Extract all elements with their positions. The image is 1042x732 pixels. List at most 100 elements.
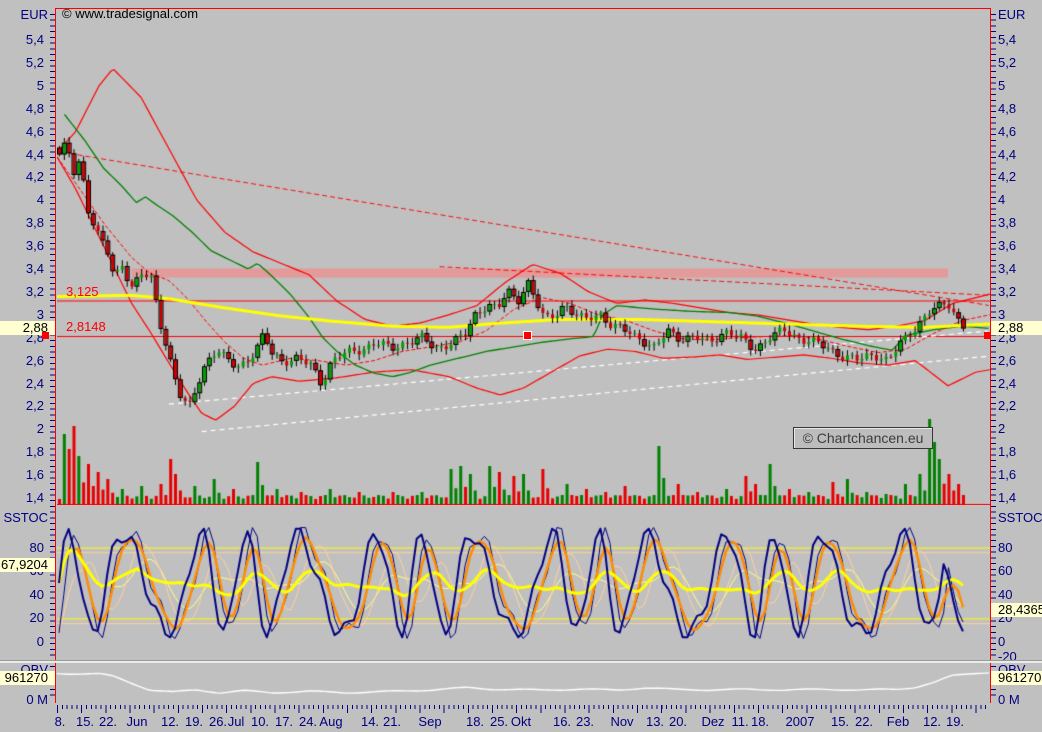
sstoc-tick-left-80: 80 — [29, 539, 44, 555]
price-tick-right-1,8: 1,8 — [998, 444, 1017, 460]
price-tick-left-3,8: 3,8 — [25, 215, 44, 231]
chart-window: EUR EUR © www.tradesignal.com 3,125 2,81… — [0, 0, 1042, 732]
price-tick-left-2,2: 2,2 — [25, 398, 44, 414]
price-tick-left-2,4: 2,4 — [25, 375, 44, 391]
obv-value-label-left: 961270 — [0, 671, 55, 685]
price-tick-right-2: 2 — [998, 421, 1006, 437]
x-axis-label-25: 25. — [489, 714, 509, 729]
price-unit-right: EUR — [998, 7, 1026, 22]
price-tick-right-1,4: 1,4 — [998, 490, 1017, 505]
price-tick-left-3,4: 3,4 — [25, 261, 44, 276]
right-axis-ticks — [991, 14, 996, 700]
obv-value-label-right: 961270 — [991, 671, 1042, 685]
price-tick-right-5: 5 — [998, 77, 1006, 93]
price-tick-right-5,2: 5,2 — [998, 54, 1017, 70]
x-axis-label-22: 22. — [854, 714, 874, 729]
price-tick-right-4: 4 — [998, 192, 1006, 208]
x-axis-label-24: 24. — [298, 714, 318, 729]
x-axis-label-17: 17. — [274, 714, 294, 729]
last-price-label-right: 2,88 — [991, 321, 1042, 335]
price-tick-left-4,6: 4,6 — [25, 123, 44, 139]
price-tick-left-5,2: 5,2 — [25, 54, 44, 70]
price-tick-left-1,8: 1,8 — [25, 444, 44, 460]
x-axis-label-18: 18. — [750, 714, 770, 729]
price-tick-left-5,4: 5,4 — [25, 32, 44, 47]
sstoc-tick-right-60: 60 — [998, 563, 1013, 579]
price-tick-left-4,4: 4,4 — [25, 146, 44, 162]
sstoc-tick-right-0: 0 — [998, 634, 1006, 649]
x-axis-label-Jul: Jul — [227, 714, 245, 729]
x-axis-label-14: 14. — [360, 714, 380, 729]
chartchancen-watermark: © Chartchancen.eu — [793, 427, 933, 449]
price-tick-left-3,2: 3,2 — [25, 283, 44, 299]
price-tick-left-4,2: 4,2 — [25, 169, 44, 185]
price-tick-left-1,6: 1,6 — [25, 467, 44, 483]
price-tick-right-5,4: 5,4 — [998, 32, 1017, 47]
left-axis-line — [55, 8, 56, 703]
x-axis-label-23: 23. — [575, 714, 595, 729]
sstoc-value-label-right: 28,4365 — [991, 603, 1042, 617]
x-axis-label-26: 26. — [208, 714, 228, 729]
x-axis-label-Okt: Okt — [510, 714, 532, 729]
x-axis-label-21: 21. — [382, 714, 402, 729]
x-axis-label-12: 12. — [922, 714, 942, 729]
support-line-label: 2,8148 — [66, 319, 106, 334]
resistance-line-label: 3,125 — [66, 284, 99, 299]
x-axis-label-12: 12. — [160, 714, 180, 729]
sstoc-tick-left-0: 0 — [36, 634, 44, 649]
obv-zero-label-left: 0 M — [26, 692, 48, 707]
x-axis-label-22: 22. — [98, 714, 118, 729]
stochastic-panel-canvas[interactable] — [57, 512, 990, 660]
price-tick-right-4,6: 4,6 — [998, 123, 1017, 139]
x-axis-label-13: 13. — [645, 714, 665, 729]
price-tick-right-4,4: 4,4 — [998, 146, 1017, 162]
price-tick-right-3,2: 3,2 — [998, 283, 1017, 299]
x-axis-label-8: 8. — [54, 714, 66, 729]
price-tick-right-2,6: 2,6 — [998, 352, 1017, 368]
sstoc-tick-right-40: 40 — [998, 586, 1013, 602]
obv-panel-canvas[interactable] — [57, 664, 990, 702]
x-axis-label-Feb: Feb — [886, 714, 910, 729]
x-axis-label-2007: 2007 — [785, 714, 815, 729]
x-axis-label-Nov: Nov — [610, 714, 634, 729]
trendline-handle-mid[interactable] — [523, 331, 532, 340]
price-tick-left-2,6: 2,6 — [25, 352, 44, 368]
x-axis-label-10: 10. — [250, 714, 270, 729]
price-tick-right-1,6: 1,6 — [998, 467, 1017, 483]
price-tick-left-5: 5 — [36, 77, 44, 93]
price-tick-left-4: 4 — [36, 192, 44, 208]
panel-divider — [0, 660, 1042, 663]
x-axis-label-18: 18. — [465, 714, 485, 729]
x-axis-label-Aug: Aug — [319, 714, 343, 729]
sstoc-label-right: SSTOC — [998, 510, 1042, 525]
sstoc-label-left: SSTOC — [3, 510, 48, 525]
price-tick-right-3,6: 3,6 — [998, 238, 1017, 254]
price-tick-right-3,4: 3,4 — [998, 261, 1017, 276]
x-axis-major-ticks — [57, 705, 990, 713]
price-tick-left-3,6: 3,6 — [25, 238, 44, 254]
x-axis-label-15: 15. — [75, 714, 95, 729]
price-tick-left-4,8: 4,8 — [25, 100, 44, 116]
x-axis-label-16: 16. — [552, 714, 572, 729]
sstoc-tick-right-80: 80 — [998, 539, 1013, 555]
x-axis-label-20: 20. — [668, 714, 688, 729]
price-tick-right-4,8: 4,8 — [998, 100, 1017, 116]
price-tick-right-2,4: 2,4 — [998, 375, 1017, 391]
x-axis-label-19: 19. — [184, 714, 204, 729]
trendline-handle-left[interactable] — [42, 332, 49, 339]
price-tick-left-1,4: 1,4 — [25, 490, 44, 505]
x-axis-label-Jun: Jun — [126, 714, 148, 729]
x-axis-label-19: 19. — [945, 714, 965, 729]
sstoc-tick-left-20: 20 — [29, 610, 44, 626]
sstoc-value-label-left: 67,9204 — [0, 558, 55, 572]
price-tick-right-3,8: 3,8 — [998, 215, 1017, 231]
x-axis-label-11: 11. — [731, 714, 749, 729]
left-axis-ticks — [50, 14, 55, 700]
x-axis-label-15: 15. — [830, 714, 850, 729]
obv-zero-label-right: 0 M — [998, 692, 1020, 707]
x-axis-label-Sep: Sep — [418, 714, 442, 729]
sstoc-tick-left-40: 40 — [29, 586, 44, 602]
price-tick-left-2: 2 — [36, 421, 44, 437]
trendline-handle-right[interactable] — [984, 332, 991, 339]
price-tick-right-2,2: 2,2 — [998, 398, 1017, 414]
